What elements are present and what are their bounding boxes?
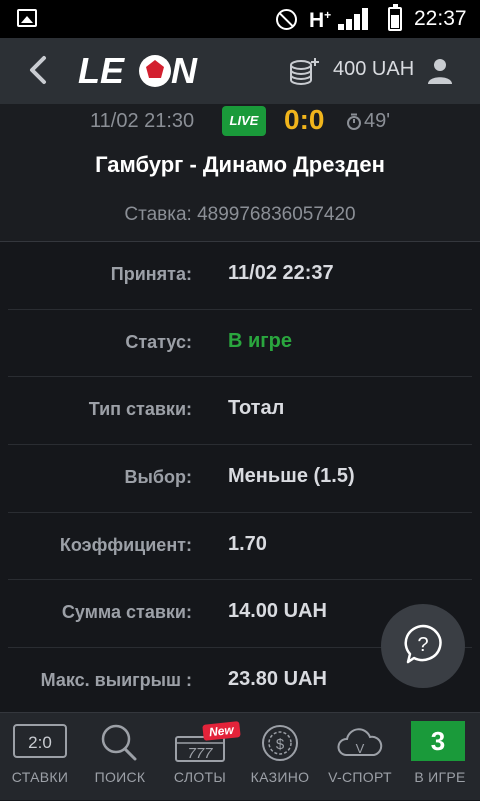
coins-icon[interactable] [290,57,320,85]
new-badge: New [202,721,241,741]
in-game-count-badge: 3 [411,721,465,761]
detail-row-bet-type: Тип ставки: Тотал [8,377,472,446]
detail-value: 11/02 22:37 [228,262,334,284]
nav-label: В ИГРЕ [414,769,466,785]
nav-bets[interactable]: 2:0 СТАВКИ [0,713,80,801]
clock: 22:37 [414,7,467,30]
match-header: 11/02 21:30 LIVE 0:0 49' Гамбург - Динам… [0,104,480,242]
cloud-icon-text: V [356,741,365,756]
live-badge: LIVE [222,106,266,136]
detail-label: Тип ставки: [88,399,192,420]
nav-vsport[interactable]: V V-СПОРТ [320,713,400,801]
balance-amount[interactable]: 400 UAH [333,58,414,81]
app-header: LE N 400 UAH [0,38,480,104]
bet-id: Ставка: 489976836057420 [124,204,356,225]
detail-value: 14.00 UAH [228,600,327,623]
signal-strength-icon [338,8,376,30]
detail-row-status: Статус: В игре [8,310,472,378]
nav-search[interactable]: ПОИСК [80,713,160,801]
status-value: В игре [228,329,292,352]
nav-label: КАЗИНО [250,769,310,785]
detail-value: 1.70 [228,532,267,555]
nav-slots[interactable]: 777 New СЛОТЫ [160,713,241,801]
nav-label: V-СПОРТ [328,769,392,785]
nav-label: ПОИСК [94,769,146,785]
image-notification-icon [17,9,37,27]
logo-text-n: N [171,52,198,90]
detail-row-accepted: Принята: 11/02 22:37 [8,242,472,310]
match-minute: 49' [346,110,390,133]
cloud-icon: V [337,728,383,756]
detail-label: Принята: [110,264,192,284]
match-minute-value: 49' [364,110,391,132]
nav-in-game[interactable]: 3 В ИГРЕ [400,713,480,801]
svg-text:$: $ [276,736,285,753]
detail-label: Сумма ставки: [61,602,192,623]
back-arrow-icon[interactable] [24,54,54,86]
nav-casino[interactable]: $ КАЗИНО [240,713,320,801]
help-button[interactable]: ? [381,604,465,688]
detail-value: 23.80 UAH [228,668,327,691]
slot-machine-icon-text: 777 [187,745,213,762]
detail-value: Тотал [228,397,285,420]
help-chat-icon: ? [404,624,442,664]
status-bar: H+ 22:37 [0,0,480,38]
detail-label: Макс. выигрыш : [40,670,192,691]
scoreboard-icon: 2:0 [13,724,67,758]
do-not-disturb-icon [276,9,297,30]
detail-label: Коэффициент: [59,534,192,555]
casino-chip-icon: $ [262,725,298,761]
detail-label: Статус: [125,331,192,352]
scoreboard-icon-text: 2:0 [28,733,52,752]
bottom-navigation: 2:0 СТАВКИ ПОИСК 777 New СЛОТЫ $ КАЗИНО … [0,712,480,800]
leon-logo[interactable]: LE N [78,52,202,90]
user-profile-icon[interactable] [426,57,454,85]
match-teams: Гамбург - Динамо Дрезден [95,152,385,177]
search-icon [101,724,137,761]
logo-text-le: LE [78,52,125,90]
nav-label: СТАВКИ [11,769,69,785]
detail-value: Меньше (1.5) [228,465,355,488]
detail-row-odds: Коэффициент: 1.70 [8,513,472,581]
network-type: H+ [309,8,332,32]
match-score: 0:0 [284,104,325,135]
svg-text:?: ? [417,634,428,656]
nav-label: СЛОТЫ [173,769,227,785]
detail-row-selection: Выбор: Меньше (1.5) [8,445,472,513]
detail-label: Выбор: [124,467,192,488]
battery-icon [388,4,402,31]
stopwatch-icon [347,113,361,130]
match-datetime: 11/02 21:30 [90,110,195,132]
